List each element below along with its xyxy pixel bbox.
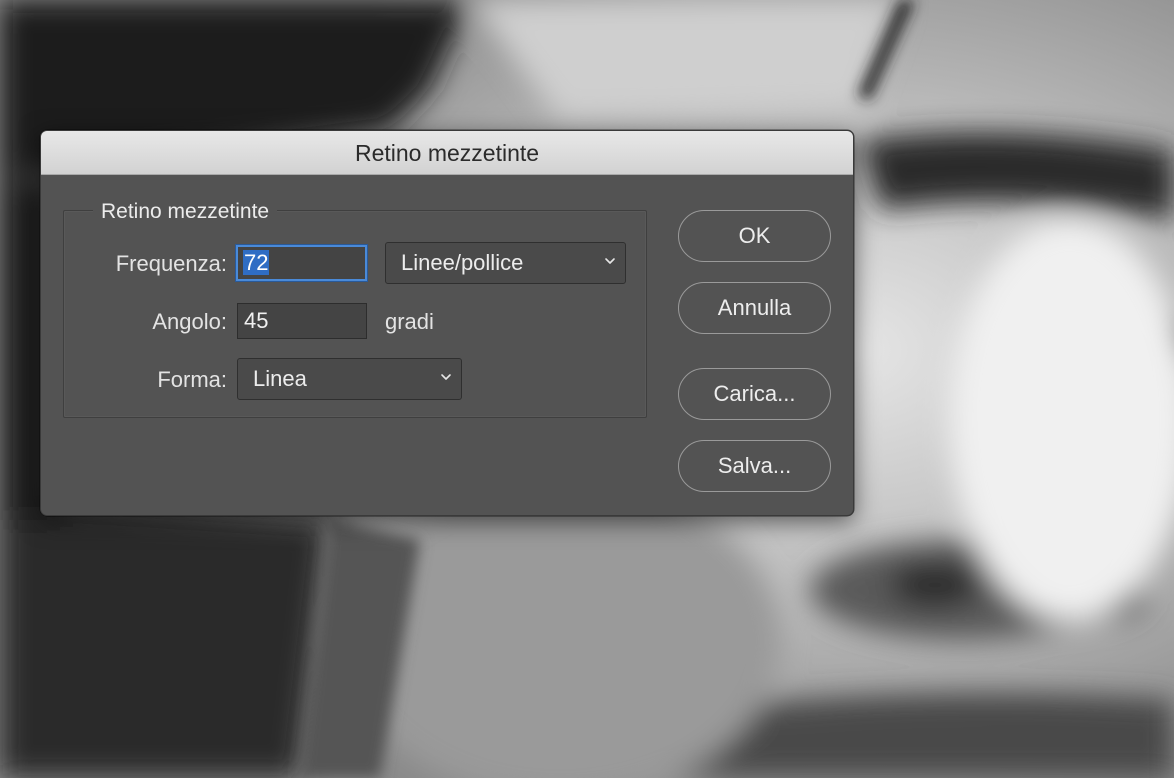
angle-unit: gradi: [385, 309, 434, 334]
chevron-down-icon: [605, 258, 615, 264]
save-button[interactable]: Salva...: [678, 440, 831, 492]
dialog-title[interactable]: Retino mezzetinte: [41, 131, 853, 175]
group-title: Retino mezzetinte: [93, 199, 278, 225]
frequency-unit-dropdown[interactable]: Linee/pollice: [385, 242, 626, 284]
angle-input[interactable]: 45: [237, 303, 367, 339]
chevron-down-icon: [441, 374, 451, 380]
ok-button[interactable]: OK: [678, 210, 831, 262]
frequency-unit-value: Linee/pollice: [401, 250, 524, 275]
frequency-input[interactable]: 72: [236, 245, 367, 281]
shape-value: Linea: [253, 366, 307, 391]
shape-dropdown[interactable]: Linea: [237, 358, 462, 400]
angle-value: 45: [244, 308, 269, 333]
frequency-value: 72: [243, 250, 270, 275]
cancel-button[interactable]: Annulla: [678, 282, 831, 334]
halftone-screen-dialog: Retino mezzetinte Retino mezzetinte Freq…: [40, 130, 854, 516]
frequency-label: Frequenza:: [115, 251, 227, 276]
angle-label: Angolo:: [152, 309, 227, 334]
load-button[interactable]: Carica...: [678, 368, 831, 420]
shape-label: Forma:: [157, 367, 227, 392]
